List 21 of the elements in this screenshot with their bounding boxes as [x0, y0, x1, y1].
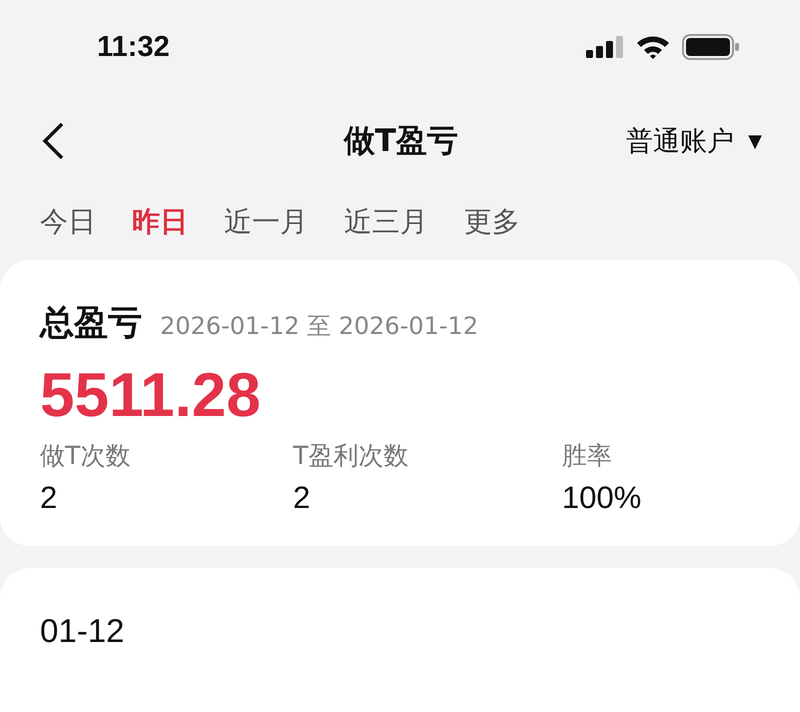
status-time: 11:32 [97, 30, 170, 64]
stat-value: 100% [562, 480, 642, 516]
period-tab[interactable]: 昨日 [132, 200, 188, 244]
stat-value: 2 [40, 480, 58, 516]
account-dropdown[interactable]: 普通账户 ▼ [626, 123, 762, 159]
period-tab[interactable]: 更多 [464, 200, 520, 244]
wifi-icon [636, 35, 670, 59]
period-tab[interactable]: 近三月 [344, 200, 428, 244]
period-tab[interactable]: 今日 [40, 200, 96, 244]
signal-icon [586, 36, 624, 58]
stat-label: T盈利次数 [293, 440, 410, 472]
stat-value: 2 [293, 480, 312, 516]
stat-label: 做T次数 [40, 440, 132, 472]
day-date: 01-12 [40, 612, 124, 649]
total-profit: 5511.28 [40, 360, 262, 431]
period-tab[interactable]: 近一月 [224, 200, 308, 244]
date-range: 2026-01-12 至 2026-01-12 [160, 311, 478, 342]
card-title: 总盈亏 [40, 302, 142, 345]
stat-label: 胜率 [562, 440, 613, 472]
battery-icon [682, 34, 740, 60]
page-title: 做T盈亏 [344, 122, 458, 161]
